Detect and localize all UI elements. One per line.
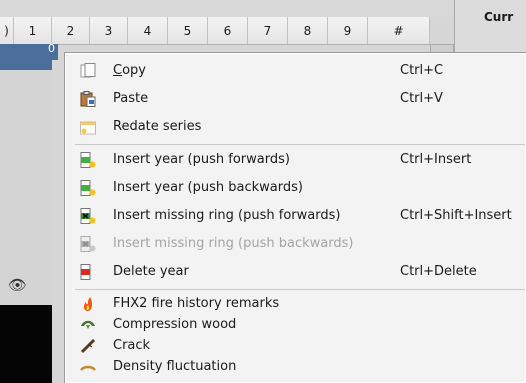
menu-item-label: Insert missing ring (push forwards)	[113, 208, 341, 223]
column-header[interactable]: 5	[168, 17, 208, 44]
menu-separator	[75, 144, 525, 145]
column-header[interactable]: 8	[288, 17, 328, 44]
menu-item-shortcut: Ctrl+Insert	[400, 152, 472, 167]
insert-year-icon	[80, 152, 96, 168]
insert-missing-ring-icon	[80, 208, 96, 224]
menu-item-insert-year-forwards[interactable]: Insert year (push forwards) Ctrl+Insert	[65, 149, 525, 171]
selected-row-strip	[0, 60, 52, 70]
delete-year-icon	[80, 264, 91, 280]
menu-separator	[75, 289, 525, 290]
menu-item-shortcut: Ctrl+Delete	[400, 264, 477, 279]
menu-item-paste[interactable]: Paste Ctrl+V	[65, 88, 525, 110]
menu-item-density-fluctuation[interactable]: Density fluctuation	[65, 356, 525, 378]
menu-item-label: Insert year (push backwards)	[113, 180, 303, 195]
column-header[interactable]: )	[0, 17, 14, 44]
context-menu: Copy Ctrl+C Paste Ctrl+V Redate series I…	[64, 52, 526, 383]
menu-item-label: Redate series	[113, 119, 202, 134]
menu-item-insert-missing-ring-forwards[interactable]: Insert missing ring (push forwards) Ctrl…	[65, 205, 525, 227]
column-header[interactable]: 2	[52, 17, 90, 44]
menu-item-shortcut: Ctrl+C	[400, 63, 444, 78]
side-panel	[454, 0, 526, 60]
insert-year-icon	[80, 180, 96, 196]
row-fragment: 0	[48, 42, 55, 55]
column-header[interactable]: 6	[208, 17, 248, 44]
menu-item-insert-year-backwards[interactable]: Insert year (push backwards)	[65, 177, 525, 199]
menu-item-shortcut: Ctrl+V	[400, 91, 443, 106]
menu-item-label: Compression wood	[113, 317, 237, 332]
menu-item-label: Copy	[113, 63, 146, 78]
menu-item-label: Density fluctuation	[113, 359, 237, 374]
density-fluctuation-icon	[80, 365, 96, 371]
menu-item-fhx2-remarks[interactable]: FHX2 fire history remarks	[65, 293, 525, 315]
column-header[interactable]: 1	[14, 17, 52, 44]
menu-item-label: Insert year (push forwards)	[113, 152, 290, 167]
menu-item-label: Crack	[113, 338, 151, 353]
column-header-row: ) 1 2 3 4 5 6 7 8 9 #	[0, 17, 430, 45]
calendar-icon	[80, 121, 96, 135]
menu-item-insert-missing-ring-backwards: Insert missing ring (push backwards)	[65, 233, 525, 255]
insert-missing-ring-icon	[80, 236, 96, 252]
copy-icon	[80, 63, 96, 78]
menu-item-redate-series[interactable]: Redate series	[65, 116, 525, 138]
menu-item-label: Insert missing ring (push backwards)	[113, 236, 354, 251]
menu-item-label: Delete year	[113, 264, 189, 279]
menu-item-compression-wood[interactable]: Compression wood	[65, 314, 525, 336]
column-header[interactable]: 3	[90, 17, 128, 44]
selected-row-header[interactable]: 0	[0, 42, 58, 60]
menu-item-label: Paste	[113, 91, 149, 106]
crack-icon	[80, 338, 96, 354]
column-header[interactable]: 7	[248, 17, 288, 44]
column-header[interactable]: #	[368, 17, 430, 44]
menu-item-copy[interactable]: Copy Ctrl+C	[65, 60, 525, 82]
menu-item-label: FHX2 fire history remarks	[113, 296, 280, 311]
menu-item-crack[interactable]: Crack	[65, 335, 525, 357]
left-panel	[0, 60, 52, 305]
menu-item-delete-year[interactable]: Delete year Ctrl+Delete	[65, 261, 525, 283]
menu-item-shortcut: Ctrl+Shift+Insert	[400, 208, 512, 223]
compression-wood-icon	[81, 320, 95, 329]
column-header[interactable]: 9	[328, 17, 368, 44]
dark-panel	[0, 305, 52, 383]
top-strip	[0, 0, 526, 17]
eye-icon[interactable]: 👁	[8, 276, 27, 294]
side-panel-label: Curr	[484, 10, 514, 24]
fire-icon	[83, 297, 93, 311]
column-header[interactable]: 4	[128, 17, 168, 44]
paste-icon	[80, 91, 96, 107]
